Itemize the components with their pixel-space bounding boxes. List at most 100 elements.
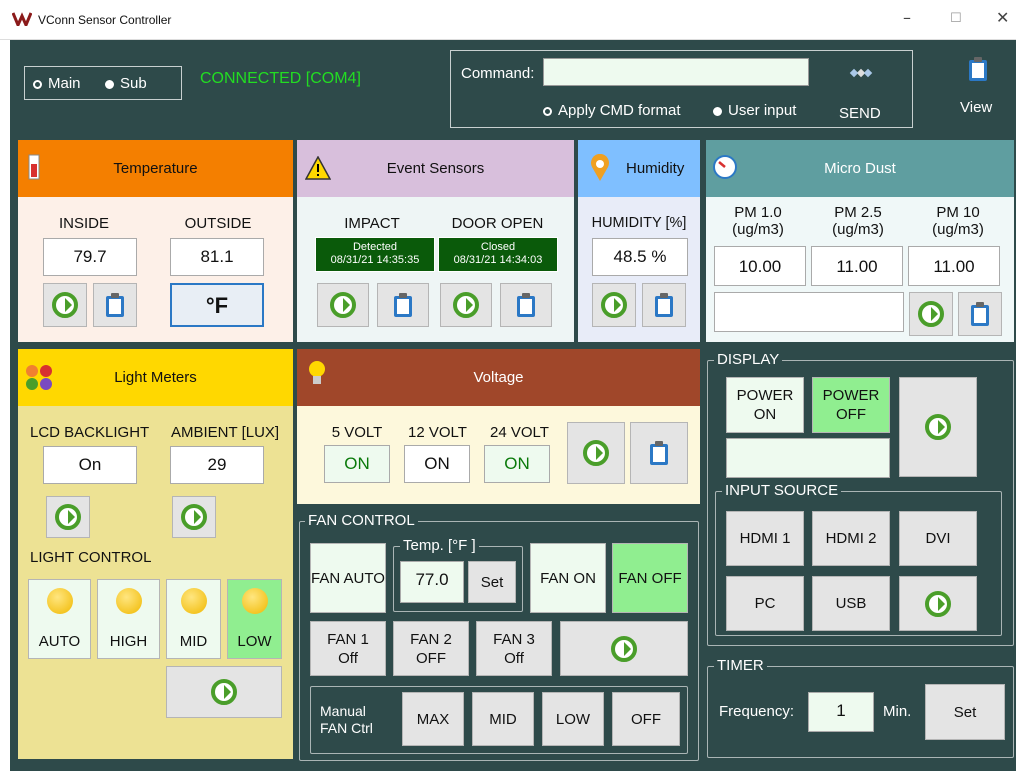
manual-fan-label: Manual FAN Ctrl xyxy=(320,703,373,736)
clipboard-icon xyxy=(517,293,535,317)
fan-temp-value[interactable]: 77.0 xyxy=(400,561,464,603)
impact-label: IMPACT xyxy=(344,215,400,232)
dust-clipboard-button[interactable] xyxy=(958,292,1002,336)
app-logo-icon xyxy=(12,12,32,26)
fan-auto-button[interactable]: FAN AUTO xyxy=(310,543,386,613)
radio-checked-icon xyxy=(713,106,722,116)
v12-value: ON xyxy=(404,445,470,483)
connection-status: CONNECTED [COM4] xyxy=(200,70,361,87)
fan-refresh-button[interactable] xyxy=(560,621,688,676)
user-input-label: User input xyxy=(728,102,797,119)
unit-toggle-button[interactable]: °F xyxy=(170,283,264,327)
mode-sub-radio[interactable]: Sub xyxy=(105,75,147,92)
light-low-button[interactable]: LOW xyxy=(227,579,282,659)
display-title: DISPLAY xyxy=(714,351,783,368)
door-refresh-button[interactable] xyxy=(440,283,492,327)
light-high-button[interactable]: HIGH xyxy=(97,579,160,659)
send-label: SEND xyxy=(839,105,881,122)
humidity-refresh-button[interactable] xyxy=(592,283,636,327)
fan-temp-set-button[interactable]: Set xyxy=(468,561,516,603)
light-control-refresh-button[interactable] xyxy=(166,666,282,718)
humidity-header: Humidity xyxy=(578,140,700,197)
refresh-icon xyxy=(611,635,637,662)
user-input-radio[interactable]: User input xyxy=(713,102,796,119)
pc-button[interactable]: PC xyxy=(726,576,804,631)
timer-set-button[interactable]: Set xyxy=(925,684,1005,740)
mode-sub-label: Sub xyxy=(120,75,147,92)
light-control-label: LIGHT CONTROL xyxy=(30,549,152,566)
voltage-clipboard-button[interactable] xyxy=(630,422,688,484)
apply-cmd-radio[interactable]: Apply CMD format xyxy=(543,102,681,119)
fan-low-button[interactable]: LOW xyxy=(542,692,604,746)
dvi-button[interactable]: DVI xyxy=(899,511,977,566)
minimize-button[interactable]: – xyxy=(903,8,911,27)
refresh-icon xyxy=(453,292,479,318)
impact-refresh-button[interactable] xyxy=(317,283,369,327)
radio-checked-icon xyxy=(105,79,114,89)
ambient-refresh-button[interactable] xyxy=(172,496,216,538)
bulb-icon xyxy=(46,587,73,614)
refresh-icon xyxy=(918,301,944,327)
temperature-clipboard-button[interactable] xyxy=(93,283,137,327)
fan2-button[interactable]: FAN 2 OFF xyxy=(393,621,469,676)
map-pin-icon xyxy=(591,154,609,181)
power-off-button[interactable]: POWER OFF xyxy=(812,377,890,433)
window-title: VConn Sensor Controller xyxy=(38,13,172,27)
humidity-clipboard-button[interactable] xyxy=(642,283,686,327)
light-meters-title: Light Meters xyxy=(114,369,197,386)
door-clipboard-button[interactable] xyxy=(500,283,552,327)
pm1-unit: (ug/m3) xyxy=(732,221,784,238)
ambient-label: AMBIENT [LUX] xyxy=(171,424,280,441)
refresh-icon xyxy=(181,504,207,530)
light-meters-header: Light Meters xyxy=(18,349,293,406)
fan-off-button[interactable]: FAN OFF xyxy=(612,543,688,613)
impact-status-text: Detected xyxy=(352,241,398,253)
dust-refresh-button[interactable] xyxy=(909,292,953,336)
mode-main-radio[interactable]: Main xyxy=(33,75,81,92)
maximize-button[interactable]: ☐ xyxy=(950,11,962,26)
radio-unchecked-icon xyxy=(543,106,552,116)
refresh-icon xyxy=(925,414,951,440)
temperature-panel: Temperature INSIDE OUTSIDE 79.7 81.1 °F xyxy=(18,140,293,342)
fan3-state: Off xyxy=(504,649,524,667)
display-refresh-button[interactable] xyxy=(899,377,977,477)
usb-button[interactable]: USB xyxy=(812,576,890,631)
view-label: View xyxy=(960,99,993,116)
light-meters-panel: Light Meters LCD BACKLIGHT AMBIENT [LUX]… xyxy=(18,349,293,759)
fan-manual-off-button[interactable]: OFF xyxy=(612,692,680,746)
inside-label: INSIDE xyxy=(58,215,109,232)
fan-max-button[interactable]: MAX xyxy=(402,692,464,746)
clipboard-icon xyxy=(969,57,987,81)
clipboard-icon xyxy=(650,441,668,465)
hdmi1-button[interactable]: HDMI 1 xyxy=(726,511,804,566)
fan1-button[interactable]: FAN 1 Off xyxy=(310,621,386,676)
fan-mid-button[interactable]: MID xyxy=(472,692,534,746)
humidity-value: 48.5 % xyxy=(592,238,688,276)
hdmi2-button[interactable]: HDMI 2 xyxy=(812,511,890,566)
humidity-title: Humidity xyxy=(626,160,685,177)
view-button[interactable]: View xyxy=(955,56,1005,116)
send-button[interactable]: SEND xyxy=(836,59,886,127)
fan3-button[interactable]: FAN 3 Off xyxy=(476,621,552,676)
frequency-input[interactable]: 1 xyxy=(808,692,874,732)
power-on-button[interactable]: POWER ON xyxy=(726,377,804,433)
fan2-state: OFF xyxy=(416,649,446,667)
lcd-refresh-button[interactable] xyxy=(46,496,90,538)
impact-clipboard-button[interactable] xyxy=(377,283,429,327)
dust-extra-field xyxy=(714,292,904,332)
fan1-state: Off xyxy=(338,649,358,667)
v12-label: 12 VOLT xyxy=(408,424,467,441)
temperature-refresh-button[interactable] xyxy=(43,283,87,327)
fan2-name: FAN 2 xyxy=(410,630,452,648)
radio-unchecked-icon xyxy=(33,79,42,89)
display-status-field xyxy=(726,438,890,478)
input-refresh-button[interactable] xyxy=(899,576,977,631)
light-auto-button[interactable]: AUTO xyxy=(28,579,91,659)
close-button[interactable]: ✕ xyxy=(996,8,1009,27)
light-mid-button[interactable]: MID xyxy=(166,579,221,659)
clipboard-icon xyxy=(106,293,124,317)
voltage-refresh-button[interactable] xyxy=(567,422,625,484)
fan-on-button[interactable]: FAN ON xyxy=(530,543,606,613)
command-input[interactable] xyxy=(543,58,809,86)
ambient-value: 29 xyxy=(170,446,264,484)
